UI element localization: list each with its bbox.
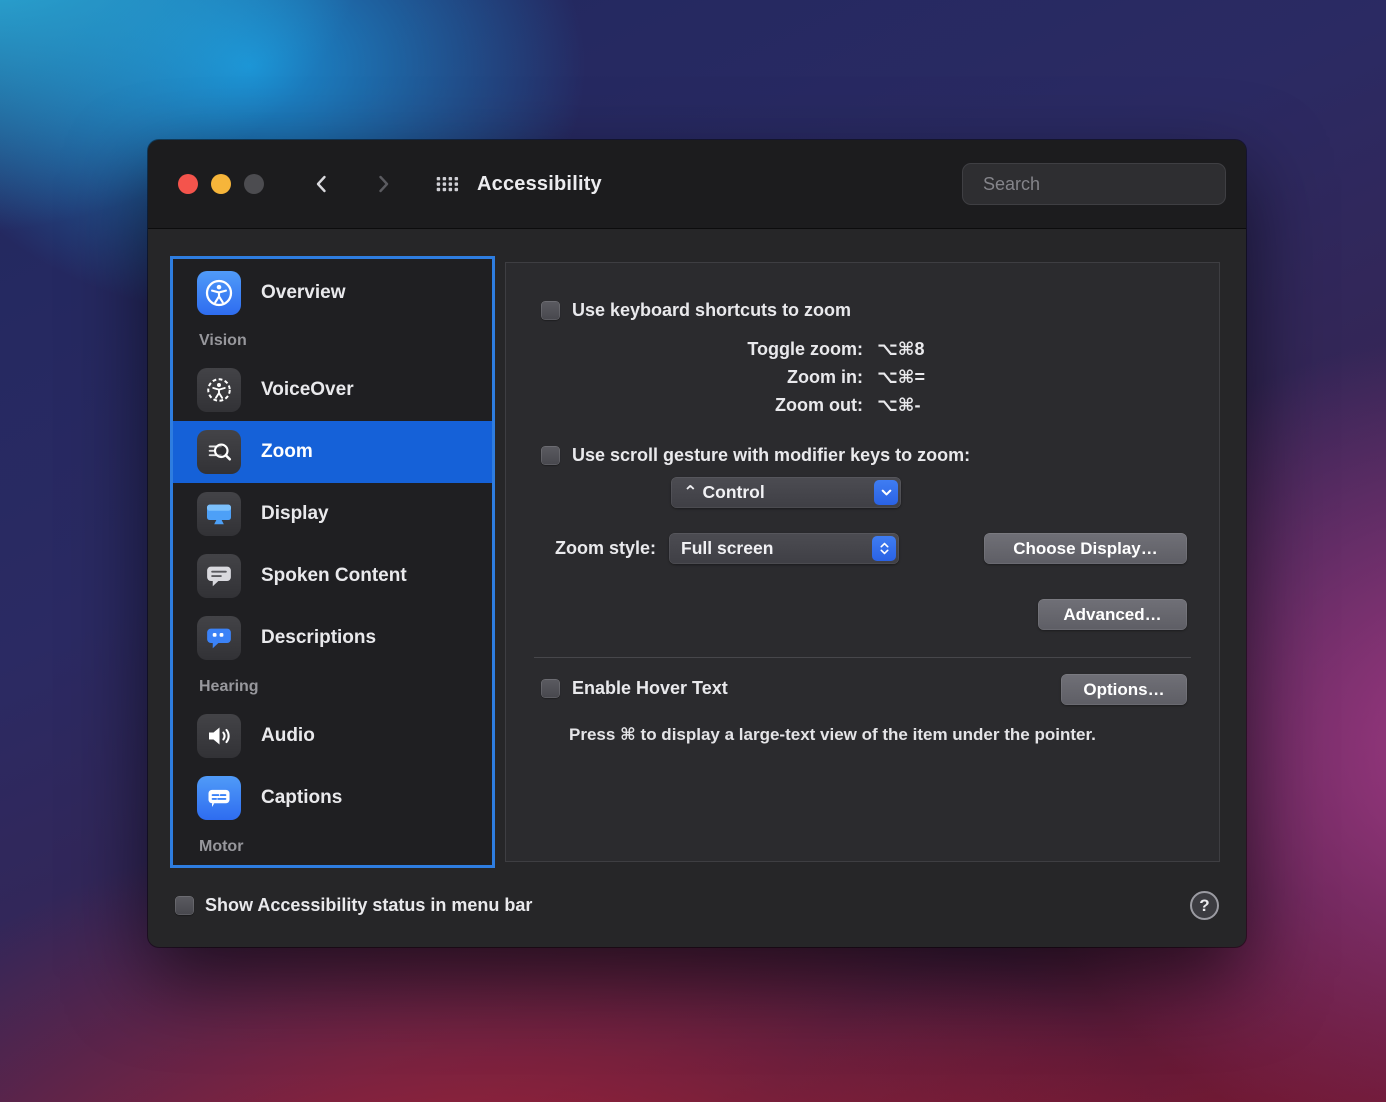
sidebar-item-label: Overview (261, 282, 346, 303)
question-mark-icon: ? (1199, 895, 1210, 915)
hover-text-row: Enable Hover Text (541, 675, 728, 701)
display-icon (197, 492, 241, 536)
zoom-icon (197, 430, 241, 474)
sidebar-item-descriptions[interactable]: Descriptions (173, 607, 492, 669)
traffic-lights (178, 174, 264, 194)
sidebar-item-label: Descriptions (261, 627, 377, 648)
use-scroll-gesture-label: Use scroll gesture with modifier keys to… (572, 444, 971, 465)
sidebar-item-display[interactable]: Display (173, 483, 492, 545)
use-keyboard-shortcuts-label: Use keyboard shortcuts to zoom (572, 299, 852, 320)
descriptions-icon (197, 616, 241, 660)
section-divider (534, 657, 1191, 658)
sidebar-item-spoken-content[interactable]: Spoken Content (173, 545, 492, 607)
nav-arrows (308, 170, 397, 198)
sidebar-item-overview[interactable]: Overview (173, 263, 492, 323)
chevron-right-icon (379, 175, 389, 193)
sidebar-item-label: Zoom (261, 441, 313, 462)
window-title: Accessibility (477, 172, 602, 195)
shortcut-keys: ⌥⌘8 (877, 339, 925, 359)
menu-bar-status-row: Show Accessibility status in menu bar (175, 892, 532, 918)
sidebar: Overview Vision VoiceOver Zoom Display S… (170, 256, 495, 868)
sidebar-item-label: Display (261, 503, 329, 524)
close-button[interactable] (178, 174, 198, 194)
help-button[interactable]: ? (1190, 891, 1219, 920)
search-field[interactable] (962, 163, 1226, 205)
modifier-key-dropdown[interactable]: ⌃ Control (671, 477, 901, 508)
options-button[interactable]: Options… (1061, 674, 1187, 705)
show-accessibility-status-checkbox[interactable] (175, 895, 194, 915)
sidebar-item-captions[interactable]: Captions (173, 767, 492, 829)
minimize-button[interactable] (211, 174, 231, 194)
zoom-style-value: Full screen (681, 538, 774, 558)
shortcut-label: Toggle zoom: (747, 339, 863, 359)
up-down-chevrons-icon (872, 536, 896, 561)
chevron-left-icon (316, 175, 326, 193)
accessibility-overview-icon (197, 271, 241, 315)
show-all-grid-button[interactable] (433, 170, 461, 198)
modifier-key-value: ⌃ Control (683, 482, 765, 502)
enable-hover-text-label: Enable Hover Text (572, 677, 728, 698)
fullscreen-button[interactable] (244, 174, 264, 194)
enable-hover-text-checkbox[interactable] (541, 678, 560, 698)
zoom-shortcut-list: Toggle zoom: ⌥⌘8 Zoom in: ⌥⌘= Zoom out: … (506, 335, 925, 419)
desktop-wallpaper: Accessibility Overview Vision Vo (0, 0, 1386, 1102)
advanced-button[interactable]: Advanced… (1038, 599, 1187, 630)
zoom-style-label: Zoom style: (554, 538, 656, 558)
voiceover-icon (197, 368, 241, 412)
shortcut-keys: ⌥⌘= (877, 367, 925, 387)
sidebar-section-hearing: Hearing (199, 678, 259, 695)
sidebar-item-label: Spoken Content (261, 565, 407, 586)
window-titlebar: Accessibility (148, 140, 1246, 229)
use-keyboard-shortcuts-checkbox[interactable] (541, 300, 560, 320)
audio-icon (197, 714, 241, 758)
choose-display-button[interactable]: Choose Display… (984, 533, 1187, 564)
sidebar-item-label: Captions (261, 787, 343, 808)
scroll-gesture-row: Use scroll gesture with modifier keys to… (541, 442, 970, 468)
hover-text-hint: Press ⌘ to display a large-text view of … (569, 725, 1096, 744)
shortcut-label: Zoom in: (787, 367, 863, 387)
grid-icon (436, 176, 459, 192)
search-input[interactable] (981, 172, 1217, 196)
sidebar-item-label: Audio (261, 725, 315, 746)
captions-icon (197, 776, 241, 820)
shortcut-keys: ⌥⌘- (877, 395, 921, 415)
sidebar-item-audio[interactable]: Audio (173, 705, 492, 767)
shortcut-label: Zoom out: (775, 395, 863, 415)
sidebar-item-label: VoiceOver (261, 379, 354, 400)
sidebar-item-zoom[interactable]: Zoom (173, 421, 492, 483)
sidebar-item-voiceover[interactable]: VoiceOver (173, 359, 492, 421)
forward-button[interactable] (369, 170, 397, 198)
show-accessibility-status-label: Show Accessibility status in menu bar (205, 894, 533, 915)
spoken-content-icon (197, 554, 241, 598)
back-button[interactable] (308, 170, 336, 198)
keyboard-shortcuts-row: Use keyboard shortcuts to zoom (541, 297, 851, 323)
sidebar-section-motor: Motor (199, 838, 244, 855)
zoom-settings-panel: Use keyboard shortcuts to zoom Toggle zo… (505, 262, 1220, 862)
accessibility-preferences-window: Accessibility Overview Vision Vo (148, 140, 1246, 947)
use-scroll-gesture-checkbox[interactable] (541, 445, 560, 465)
chevron-down-icon (874, 480, 898, 505)
zoom-style-dropdown[interactable]: Full screen (669, 533, 899, 564)
sidebar-section-vision: Vision (199, 332, 247, 349)
